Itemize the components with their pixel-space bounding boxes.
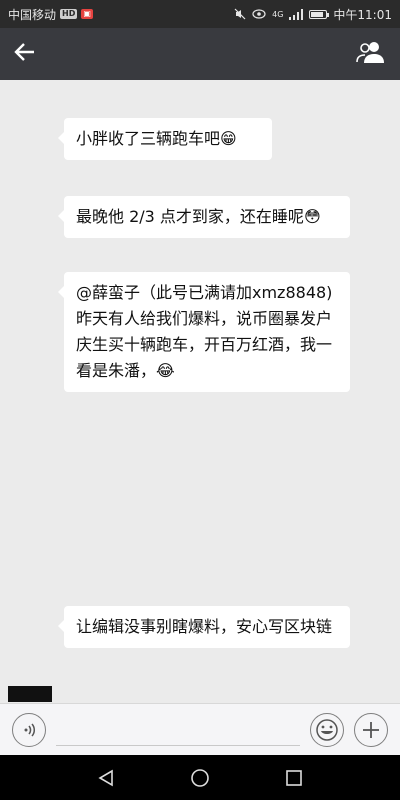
- message-bubble[interactable]: @薛蛮子（此号已满请加xmz8848) 昨天有人给我们爆料，说币圈暴发户庆生买十…: [58, 272, 350, 392]
- system-back-button[interactable]: [97, 769, 115, 787]
- system-recents-button[interactable]: [285, 769, 303, 787]
- message-bubble[interactable]: 小胖收了三辆跑车吧😁: [58, 118, 272, 160]
- network-label: 4G: [272, 9, 284, 19]
- message-text: 小胖收了三辆跑车吧: [76, 129, 221, 148]
- voice-icon: [24, 723, 36, 736]
- chat-area[interactable]: 小胖收了三辆跑车吧😁 最晚他 2/3 点才到家，还在睡呢😳 @薛蛮子（此号已满请…: [0, 80, 400, 700]
- plus-icon: [363, 721, 379, 738]
- message-text: @薛蛮子（此号已满请加xmz8848) 昨天有人给我们爆料，说币圈暴发户庆生买十…: [76, 283, 333, 380]
- status-left: 中国移动 HD ▣: [8, 6, 93, 23]
- arrow-left-icon: [14, 43, 34, 61]
- mute-icon: [234, 8, 246, 20]
- avatar[interactable]: [8, 686, 52, 702]
- system-nav-bar: [0, 755, 400, 800]
- status-bar: 中国移动 HD ▣ 4G 中午11:01: [0, 0, 400, 28]
- message-bubble[interactable]: 最晚他 2/3 点才到家，还在睡呢😳: [58, 196, 350, 238]
- emoji-button[interactable]: [310, 712, 344, 747]
- eye-icon: [252, 9, 266, 19]
- hd-badge: HD: [60, 9, 78, 19]
- voice-button[interactable]: [12, 712, 46, 747]
- circle-home-icon: [191, 768, 209, 787]
- battery-icon: [309, 9, 330, 19]
- message-text: 最晚他 2/3 点才到家，还在睡呢: [76, 207, 304, 226]
- message-bubble[interactable]: 让编辑没事别瞎爆料，安心写区块链: [58, 606, 350, 648]
- signal-icon: [289, 8, 304, 20]
- notification-icon: ▣: [81, 9, 93, 19]
- chat-header: [0, 28, 400, 80]
- message-text: 让编辑没事别瞎爆料，安心写区块链: [76, 617, 333, 636]
- triangle-back-icon: [98, 769, 114, 786]
- carrier-name: 中国移动: [8, 7, 57, 22]
- message-input[interactable]: [56, 713, 300, 746]
- clock: 中午11:01: [333, 7, 392, 22]
- chat-info-button[interactable]: [356, 41, 386, 67]
- system-home-button[interactable]: [190, 768, 210, 788]
- input-bar: [0, 703, 400, 755]
- flushed-emoji: 😳: [303, 207, 321, 226]
- back-button[interactable]: [14, 41, 36, 67]
- status-right: 4G 中午11:01: [234, 6, 392, 23]
- grin-emoji: 😁: [220, 129, 237, 148]
- plus-button[interactable]: [354, 712, 388, 747]
- tears-of-joy-emoji: 😂: [156, 361, 175, 380]
- group-icon: [356, 42, 384, 63]
- square-recents-icon: [285, 769, 302, 786]
- smiley-icon: [316, 718, 338, 741]
